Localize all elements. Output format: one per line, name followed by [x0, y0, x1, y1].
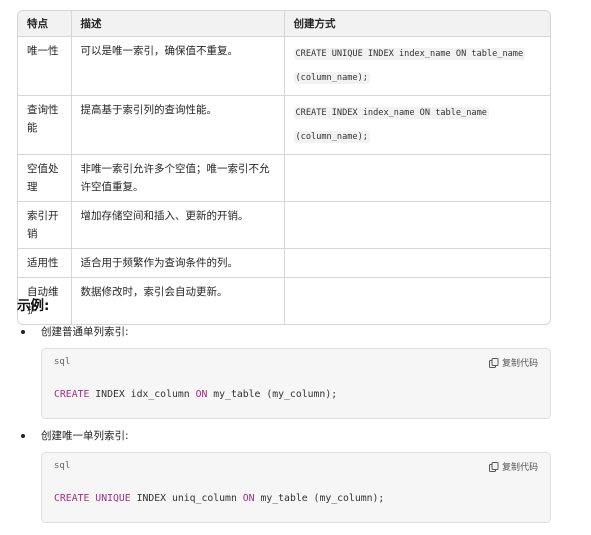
table-row: 空值处理非唯一索引允许多个空值；唯一索引不允 许空值重复。 — [18, 153, 550, 201]
code-keyword: CREATE — [54, 389, 90, 400]
cell-feature: 索引开销 — [18, 200, 71, 248]
example-1-label: 创建普通单列索引: — [41, 326, 129, 338]
cell-feature-line: 索引开 — [27, 209, 59, 222]
code-keyword: CREATE — [54, 493, 90, 504]
table-body: 唯一性 可以是唯一索引，确保值不重复。 CREATE UNIQUE INDEX in… — [18, 36, 550, 324]
code-text: INDEX uniq_column — [130, 493, 243, 504]
code-line-wrap: CREATE UNIQUE INDEX index_name ON table_… — [293, 42, 544, 66]
cell-feature-line: 空值处 — [27, 162, 59, 175]
cell-feature: 适用性 — [18, 247, 71, 277]
copy-code-button[interactable]: 复制代码 — [488, 356, 538, 369]
bullet-dot — [21, 330, 25, 334]
cell-description-line: 可以是唯一索引，确保值不重复。 — [80, 44, 239, 57]
cell-description-line: 许空值重复。 — [80, 180, 144, 193]
code-lang-label: sql — [54, 461, 71, 471]
table-row: 查询性能提高基于索引列的查询性能。 CREATE INDEX index_name… — [18, 94, 550, 154]
inline-code: CREATE INDEX index_name ON table_name — [293, 106, 489, 119]
cell-description: 增加存储空间和插入、更新的开销。 — [70, 200, 284, 248]
cell-description-line: 非唯一索引允许多个空值；唯一索引不允 — [80, 162, 270, 175]
cell-feature-line: 销 — [27, 227, 38, 240]
cell-creation-method — [283, 276, 550, 324]
copy-code-button[interactable]: 复制代码 — [488, 460, 538, 473]
cell-creation-method: CREATE UNIQUE INDEX index_name ON table_… — [283, 36, 550, 95]
cell-description-line: 数据修改时，索引会自动更新。 — [80, 285, 228, 298]
code-lang-label: sql — [54, 357, 71, 367]
example-heading: 示例: — [17, 298, 50, 314]
code-keyword: ON — [195, 389, 208, 400]
table-row: 索引开销增加存储空间和插入、更新的开销。 — [18, 200, 550, 248]
code-text: my_table (my_column); — [207, 389, 338, 400]
copy-code-label: 复制代码 — [501, 463, 538, 473]
code-line-wrap: (column_name); — [293, 66, 544, 90]
example-2-label: 创建唯一单列索引: — [41, 430, 129, 442]
header-creation-method: 创建方式 — [283, 11, 550, 37]
cell-description-line: 增加存储空间和插入、更新的开销。 — [80, 209, 249, 222]
cell-description: 可以是唯一索引，确保值不重复。 — [70, 36, 284, 95]
cell-creation-method: CREATE INDEX index_name ON table_name (co… — [283, 94, 550, 154]
inline-code: CREATE UNIQUE INDEX index_name ON table_… — [293, 47, 526, 60]
code-keyword: UNIQUE — [95, 493, 131, 504]
cell-description: 适合用于频繁作为查询条件的列。 — [70, 247, 284, 277]
cell-feature-line: 查询性 — [27, 103, 59, 116]
header-description: 描述 — [70, 11, 284, 37]
feature-table: 特点 描述 创建方式 唯一性 可以是唯一索引，确保值不重复。 CREATE UNIQ… — [18, 11, 550, 324]
cell-feature-line: 唯一性 — [27, 44, 59, 57]
cell-creation-method — [283, 200, 550, 248]
table-row: 适用性 适合用于频繁作为查询条件的列。 — [18, 247, 550, 277]
copy-code-label: 复制代码 — [501, 359, 538, 369]
code-line: CREATE UNIQUE INDEX uniq_column ON my_ta… — [54, 493, 384, 504]
code-text: INDEX idx_column — [89, 389, 196, 400]
code-block-2: sql 复制代码 CREATE UNIQUE INDEX uniq_column… — [41, 452, 551, 523]
cell-feature: 空值处理 — [18, 153, 71, 201]
code-keyword: ON — [242, 493, 255, 504]
table-row: 自动维护数据修改时，索引会自动更新。 — [18, 276, 550, 324]
cell-feature: 唯一性 — [18, 36, 71, 95]
cell-description: 提高基于索引列的查询性能。 — [70, 94, 284, 154]
cell-feature-line: 理 — [27, 180, 38, 193]
code-block-1: sql 复制代码 CREATE INDEX idx_column ON my_t… — [41, 348, 551, 419]
code-line: CREATE INDEX idx_column ON my_table (my_… — [54, 389, 337, 400]
cell-feature-line: 能 — [27, 121, 38, 134]
code-line-wrap: CREATE INDEX index_name ON table_name — [293, 101, 544, 125]
inline-code: (column_name); — [293, 71, 370, 84]
cell-description-line: 适合用于频繁作为查询条件的列。 — [80, 256, 239, 269]
cell-feature: 查询性能 — [18, 94, 71, 154]
bullet-dot — [21, 434, 25, 438]
cell-description: 非唯一索引允许多个空值；唯一索引不允 许空值重复。 — [70, 153, 284, 201]
header-feature: 特点 — [18, 11, 71, 37]
copy-icon — [488, 461, 499, 472]
code-line-wrap: (column_name); — [293, 125, 544, 149]
cell-creation-method — [283, 153, 550, 201]
code-text: my_table (my_column); — [254, 493, 385, 504]
table-header-row: 特点 描述 创建方式 — [18, 11, 550, 37]
cell-description-line: 提高基于索引列的查询性能。 — [80, 103, 218, 116]
inline-code: (column_name); — [293, 130, 370, 143]
table-row: 唯一性 可以是唯一索引，确保值不重复。 CREATE UNIQUE INDEX in… — [18, 36, 550, 95]
feature-table-container: 特点 描述 创建方式 唯一性 可以是唯一索引，确保值不重复。 CREATE UNIQ… — [17, 10, 551, 325]
cell-description: 数据修改时，索引会自动更新。 — [70, 276, 284, 324]
cell-feature-line: 适用性 — [27, 256, 59, 269]
cell-creation-method — [283, 247, 550, 277]
copy-icon — [488, 357, 499, 368]
